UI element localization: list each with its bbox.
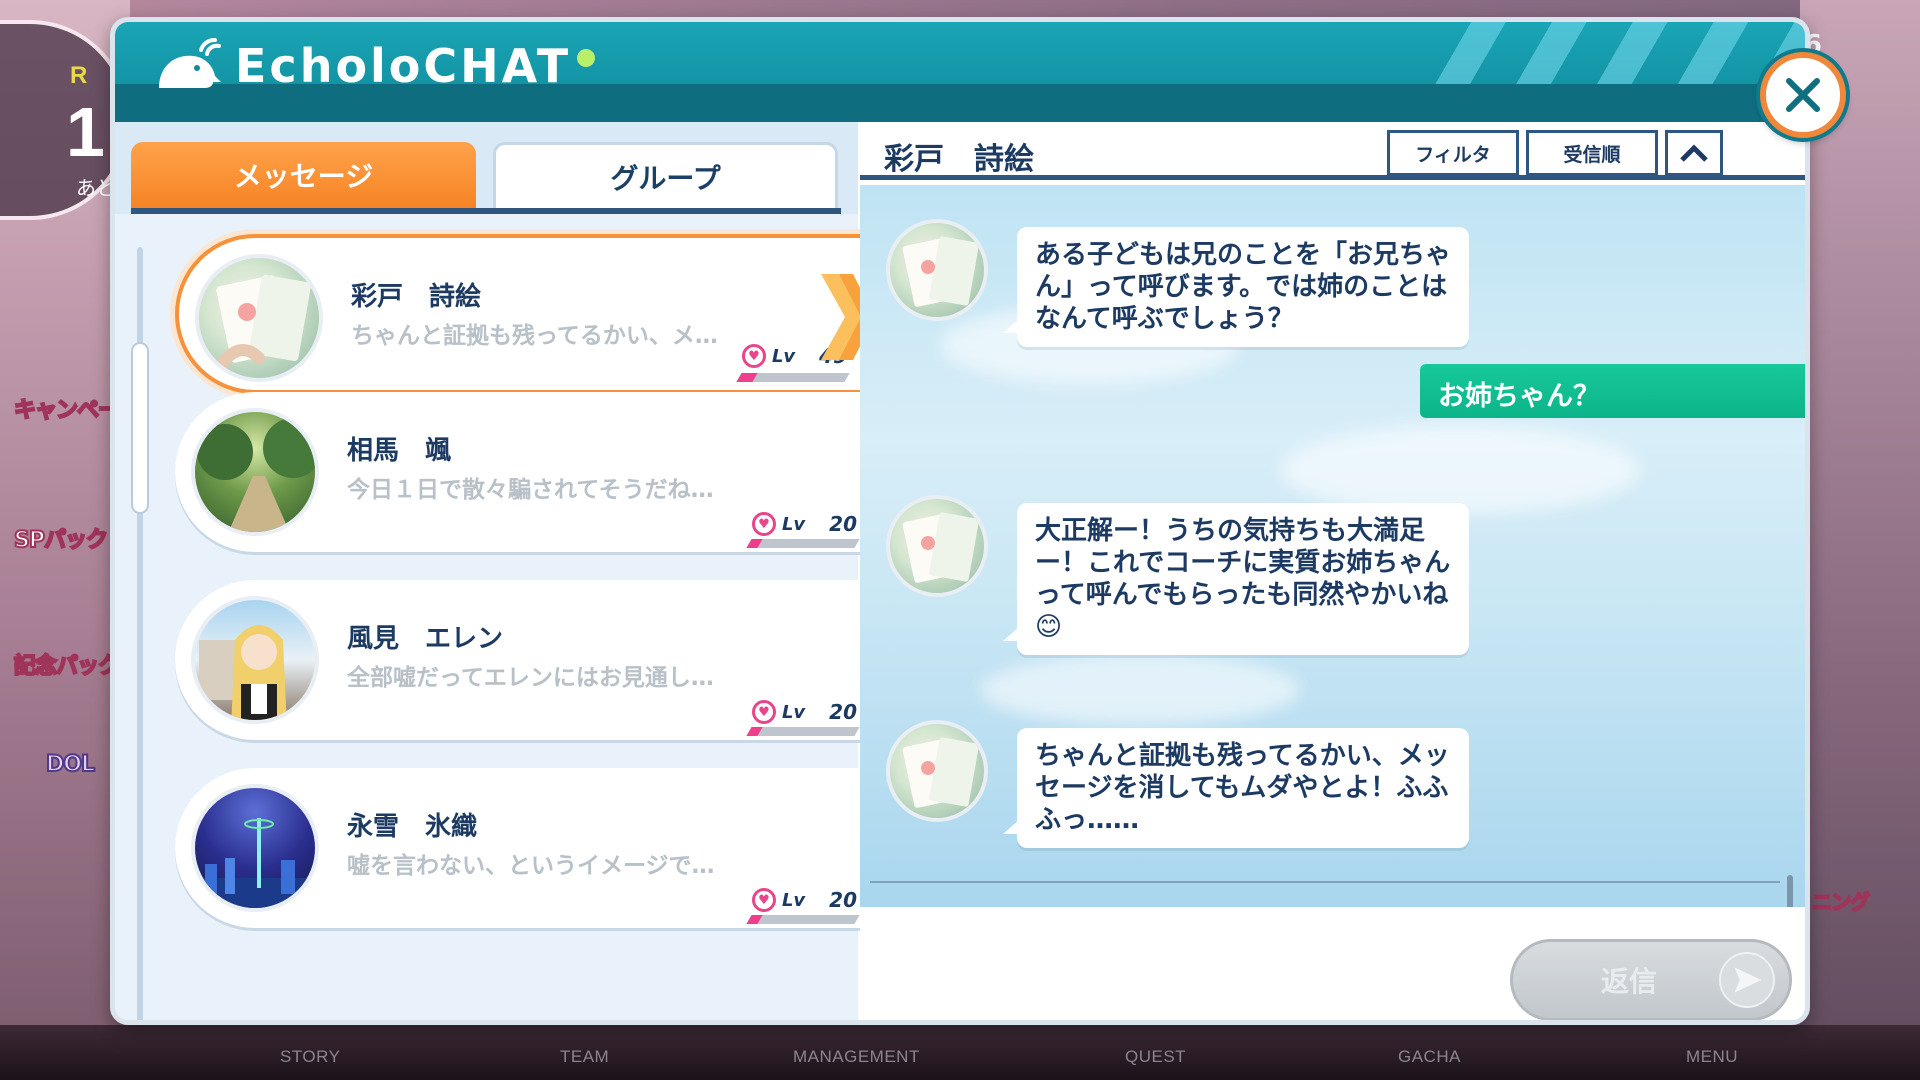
affinity-level: ♥ Lv 20: [751, 700, 857, 724]
incoming-message: ある子どもは兄のことを「お兄ちゃん」って呼びます。では姉のことはなんて呼ぶでしょ…: [1003, 227, 1469, 347]
contact-name: 永雪 氷織: [347, 812, 478, 842]
incoming-message: ちゃんと証拠も残ってるかい、メッセージを消してもムダやとよ！ふふふっ……: [1003, 728, 1469, 848]
app-title: EcholoCHAT: [235, 39, 572, 93]
level-label: Lv: [781, 701, 806, 723]
level-number: 20: [829, 512, 857, 536]
affinity-bar-fill: [736, 373, 758, 382]
avatar: [191, 408, 319, 536]
heart-icon: ♥: [751, 888, 776, 912]
level-number: 20: [829, 700, 857, 724]
chevron-up-icon: [1680, 144, 1708, 162]
heart-icon: ♥: [751, 512, 776, 536]
message-avatar: [886, 720, 988, 822]
affinity-bar-fill: [746, 727, 763, 736]
nav-team[interactable]: TEAM: [560, 1047, 609, 1067]
affinity-bar: [746, 915, 860, 924]
message-avatar: [886, 219, 988, 321]
nav-story[interactable]: STORY: [280, 1047, 340, 1067]
nav-management[interactable]: MANAGEMENT: [793, 1047, 920, 1067]
chat-dialog: EcholoCHAT メッセージ グループ 彩戸 詩絵 ちゃんと証拠も残ってるか…: [110, 17, 1810, 1025]
contact-list: 彩戸 詩絵 ちゃんと証拠も残ってるかい、メ… ♥ Lv 49 相馬 颯: [115, 214, 875, 1020]
dialog-header: EcholoCHAT: [115, 22, 1805, 122]
contact-list-panel: メッセージ グループ 彩戸 詩絵 ちゃんと証拠も残ってるかい、メ… ♥ Lv 4…: [115, 122, 875, 1020]
affinity-bar: [746, 727, 860, 736]
contact-item[interactable]: 彩戸 詩絵 ちゃんと証拠も残ってるかい、メ… ♥ Lv 49: [175, 234, 875, 394]
affinity-bar: [736, 373, 850, 382]
bottom-navigation: STORY TEAM MANAGEMENT QUEST GACHA MENU: [0, 1025, 1920, 1080]
send-arrow-icon: [1719, 952, 1775, 1008]
nav-gacha[interactable]: GACHA: [1398, 1047, 1461, 1067]
sort-order-button[interactable]: 受信順: [1526, 130, 1658, 176]
contact-preview: ちゃんと証拠も残ってるかい、メ…: [351, 323, 718, 349]
heart-icon: ♥: [741, 344, 766, 368]
chat-title: 彩戸 詩絵: [884, 142, 1034, 177]
reply-button[interactable]: 返信: [1510, 939, 1792, 1020]
background-right-panel: [1800, 0, 1920, 1080]
contact-preview: 嘘を言わない、というイメージで…: [347, 853, 715, 879]
avatar: [191, 596, 319, 724]
contact-preview: 今日１日で散々騙されてそうだね…: [347, 477, 714, 503]
outgoing-message: お姉ちゃん？: [1420, 364, 1805, 418]
contact-name: 相馬 颯: [347, 436, 452, 466]
chat-messages: ある子どもは兄のことを「お兄ちゃん」って呼びます。では姉のことはなんて呼ぶでしょ…: [860, 185, 1805, 907]
contact-list-scroll-thumb[interactable]: [131, 342, 149, 514]
affinity-level: ♥ Lv 20: [751, 888, 857, 912]
dolphin-icon: [153, 36, 225, 96]
background-sp-pack-label[interactable]: SPパック: [13, 522, 109, 554]
close-button[interactable]: [1760, 52, 1846, 138]
chat-header: 彩戸 詩絵 フィルタ 受信順: [860, 122, 1805, 180]
nav-quest[interactable]: QUEST: [1125, 1047, 1186, 1067]
avatar: [195, 254, 323, 382]
logo-dot: [577, 49, 596, 67]
heart-icon: ♥: [751, 700, 776, 724]
contact-preview: 全部嘘だってエレンにはお見通し…: [347, 665, 714, 691]
tab-group[interactable]: グループ: [493, 142, 838, 208]
chat-divider: [870, 881, 1780, 883]
sky-cloud: [1280, 425, 1640, 515]
avatar: [191, 784, 319, 912]
level-label: Lv: [781, 889, 806, 911]
affinity-level: ♥ Lv 20: [751, 512, 857, 536]
level-label: Lv: [771, 345, 796, 367]
collapse-button[interactable]: [1665, 130, 1723, 176]
contact-item[interactable]: 永雪 氷織 嘘を言わない、というイメージで… ♥ Lv 20: [175, 768, 875, 928]
contact-name: 風見 エレン: [347, 624, 504, 654]
contact-name: 彩戸 詩絵: [351, 282, 482, 312]
level-label: Lv: [781, 513, 806, 535]
reply-button-label: 返信: [1601, 965, 1658, 998]
background-level-prefix: R: [70, 62, 88, 89]
background-dol-label[interactable]: DOL: [45, 751, 96, 778]
affinity-bar-fill: [746, 915, 763, 924]
chat-scrollbar[interactable]: [1787, 875, 1793, 907]
background-memorial-pack-label[interactable]: 記念パック: [13, 648, 121, 680]
chat-footer: 返信: [860, 907, 1805, 1020]
message-avatar: [886, 495, 988, 597]
affinity-bar-fill: [746, 539, 763, 548]
close-icon: [1786, 78, 1820, 112]
sky-cloud: [980, 655, 1300, 725]
incoming-message: 大正解ー！うちの気持ちも大満足ー！これでコーチに実質お姉ちゃんって呼んでもらった…: [1003, 503, 1469, 655]
chat-panel: 彩戸 詩絵 フィルタ 受信順 ある子どもは兄のことを「お兄ちゃん」って呼びます。…: [860, 122, 1805, 1020]
level-number: 20: [829, 888, 857, 912]
contact-item[interactable]: 風見 エレン 全部嘘だってエレンにはお見通し… ♥ Lv 20: [175, 580, 875, 740]
affinity-bar: [746, 539, 860, 548]
app-logo: EcholoCHAT: [153, 36, 596, 96]
background-training-label[interactable]: ニング: [1811, 886, 1871, 915]
nav-menu[interactable]: MENU: [1686, 1047, 1738, 1067]
background-level-number: 1: [66, 93, 105, 171]
filter-button[interactable]: フィルタ: [1387, 130, 1519, 176]
contact-item[interactable]: 相馬 颯 今日１日で散々騙されてそうだね… ♥ Lv 20: [175, 392, 875, 552]
tab-messages[interactable]: メッセージ: [131, 142, 476, 208]
